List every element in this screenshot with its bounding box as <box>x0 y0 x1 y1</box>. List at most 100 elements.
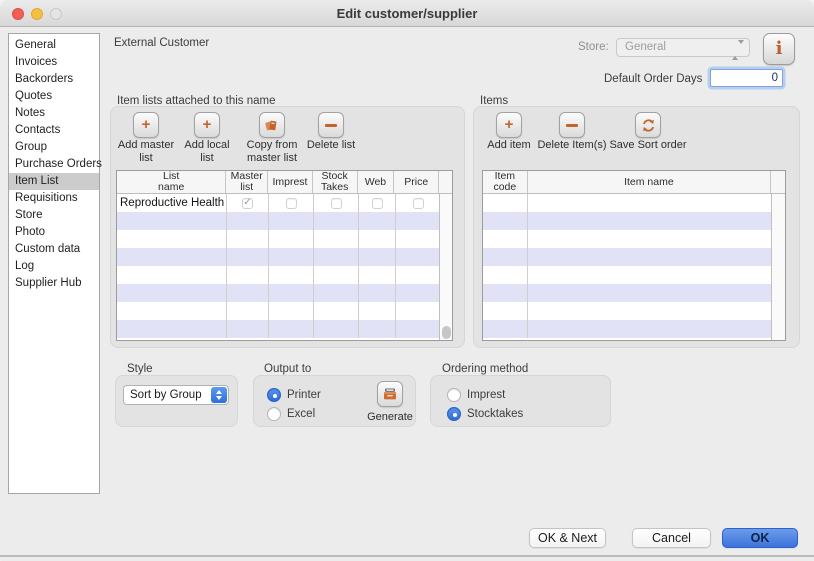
table-row[interactable] <box>117 266 441 284</box>
generate-button[interactable] <box>377 381 403 407</box>
delete-list-label: Delete list <box>296 139 366 152</box>
store-dropdown[interactable]: General <box>616 38 750 57</box>
vertical-scrollbar[interactable] <box>439 194 452 340</box>
list-name-cell: Reproductive Health <box>117 197 224 209</box>
copy-from-master-list-button[interactable] <box>259 112 285 138</box>
sidebar-item-invoices[interactable]: Invoices <box>9 54 99 71</box>
cancel-button[interactable]: Cancel <box>632 528 711 548</box>
sidebar-tab-list: General Invoices Backorders Quotes Notes… <box>8 33 100 494</box>
table-row[interactable] <box>483 320 773 338</box>
sidebar-item-purchase-orders[interactable]: Purchase Orders <box>9 156 99 173</box>
excel-radio-label[interactable]: Excel <box>287 408 315 420</box>
column-header-list-name[interactable]: List name <box>117 171 226 193</box>
master-list-checkbox[interactable]: ✓ <box>242 198 253 209</box>
column-header-item-name[interactable]: Item name <box>528 171 771 193</box>
copy-hand-icon <box>264 118 280 132</box>
sidebar-item-quotes[interactable]: Quotes <box>9 88 99 105</box>
stock-takes-checkbox[interactable] <box>331 198 342 209</box>
printer-radio[interactable] <box>267 388 281 402</box>
column-header-item-code[interactable]: Item code <box>483 171 528 193</box>
store-label: Store: <box>578 41 609 53</box>
customer-type-label: External Customer <box>114 37 209 49</box>
column-header-spacer <box>439 171 452 193</box>
style-group-title: Style <box>127 363 153 375</box>
ordering-group-title: Ordering method <box>442 363 528 375</box>
table-row[interactable] <box>117 302 441 320</box>
add-item-button[interactable]: + <box>496 112 522 138</box>
sidebar-item-photo[interactable]: Photo <box>9 224 99 241</box>
default-order-days-input[interactable]: 0 <box>710 69 783 87</box>
price-checkbox[interactable] <box>413 198 424 209</box>
plus-icon: + <box>142 118 151 132</box>
sidebar-item-notes[interactable]: Notes <box>9 105 99 122</box>
item-lists-table-header: List name Master list Imprest Stock Take… <box>117 171 452 194</box>
sidebar-item-supplier-hub[interactable]: Supplier Hub <box>9 275 99 292</box>
table-row[interactable] <box>117 320 441 338</box>
table-row[interactable] <box>117 212 441 230</box>
delete-items-button[interactable] <box>559 112 585 138</box>
items-table-body <box>483 194 773 341</box>
chevron-up-down-icon <box>211 387 227 403</box>
imprest-checkbox[interactable] <box>286 198 297 209</box>
sidebar-item-custom-data[interactable]: Custom data <box>9 241 99 258</box>
scrollbar-thumb[interactable] <box>442 326 451 339</box>
window-bottom-edge <box>0 555 814 557</box>
table-row[interactable] <box>117 284 441 302</box>
stocktakes-radio-label[interactable]: Stocktakes <box>467 408 523 420</box>
title-bar: Edit customer/supplier <box>0 0 814 27</box>
excel-radio[interactable] <box>267 407 281 421</box>
ok-and-next-button[interactable]: OK & Next <box>529 528 606 548</box>
edit-customer-supplier-dialog: Edit customer/supplier General Invoices … <box>0 0 814 561</box>
printer-icon <box>382 387 398 401</box>
item-lists-table[interactable]: List name Master list Imprest Stock Take… <box>116 170 453 341</box>
sidebar-item-item-list[interactable]: Item List <box>9 173 99 190</box>
sidebar-item-contacts[interactable]: Contacts <box>9 122 99 139</box>
plus-icon: + <box>505 118 514 132</box>
column-header-price[interactable]: Price <box>394 171 439 193</box>
table-row[interactable] <box>117 248 441 266</box>
save-sort-order-button[interactable] <box>635 112 661 138</box>
sidebar-item-store[interactable]: Store <box>9 207 99 224</box>
info-icon: i <box>764 34 794 64</box>
vertical-scrollbar[interactable] <box>771 194 785 340</box>
ok-button[interactable]: OK <box>722 528 798 548</box>
column-header-stock-takes[interactable]: Stock Takes <box>313 171 358 193</box>
printer-radio-label[interactable]: Printer <box>287 389 321 401</box>
table-row[interactable] <box>483 266 773 284</box>
plus-icon: + <box>203 118 212 132</box>
column-header-web[interactable]: Web <box>358 171 395 193</box>
table-row[interactable]: Reproductive Health ✓ <box>117 194 441 212</box>
sort-by-dropdown[interactable]: Sort by Group <box>123 385 229 405</box>
sidebar-item-group[interactable]: Group <box>9 139 99 156</box>
add-master-list-button[interactable]: + <box>133 112 159 138</box>
delete-list-button[interactable] <box>318 112 344 138</box>
column-header-master-list[interactable]: Master list <box>226 171 268 193</box>
chevron-up-down-icon <box>732 42 744 59</box>
web-checkbox[interactable] <box>372 198 383 209</box>
table-row[interactable] <box>483 248 773 266</box>
table-row[interactable] <box>483 302 773 320</box>
table-row[interactable] <box>483 284 773 302</box>
store-dropdown-value: General <box>625 41 666 53</box>
minus-icon <box>325 124 337 127</box>
imprest-radio-label[interactable]: Imprest <box>467 389 505 401</box>
table-row[interactable] <box>483 212 773 230</box>
table-row[interactable] <box>483 194 773 212</box>
sort-refresh-icon <box>641 118 656 133</box>
stocktakes-radio[interactable] <box>447 407 461 421</box>
minus-icon <box>566 124 578 127</box>
sidebar-item-general[interactable]: General <box>9 37 99 54</box>
info-button[interactable]: i <box>763 33 795 65</box>
table-row[interactable] <box>483 230 773 248</box>
sidebar-item-log[interactable]: Log <box>9 258 99 275</box>
add-local-list-button[interactable]: + <box>194 112 220 138</box>
generate-label: Generate <box>355 411 425 424</box>
sort-by-dropdown-value: Sort by Group <box>130 389 202 401</box>
sidebar-item-requisitions[interactable]: Requisitions <box>9 190 99 207</box>
items-table[interactable]: Item code Item name <box>482 170 786 341</box>
output-group-title: Output to <box>264 363 311 375</box>
imprest-radio[interactable] <box>447 388 461 402</box>
sidebar-item-backorders[interactable]: Backorders <box>9 71 99 88</box>
column-header-imprest[interactable]: Imprest <box>268 171 313 193</box>
table-row[interactable] <box>117 230 441 248</box>
